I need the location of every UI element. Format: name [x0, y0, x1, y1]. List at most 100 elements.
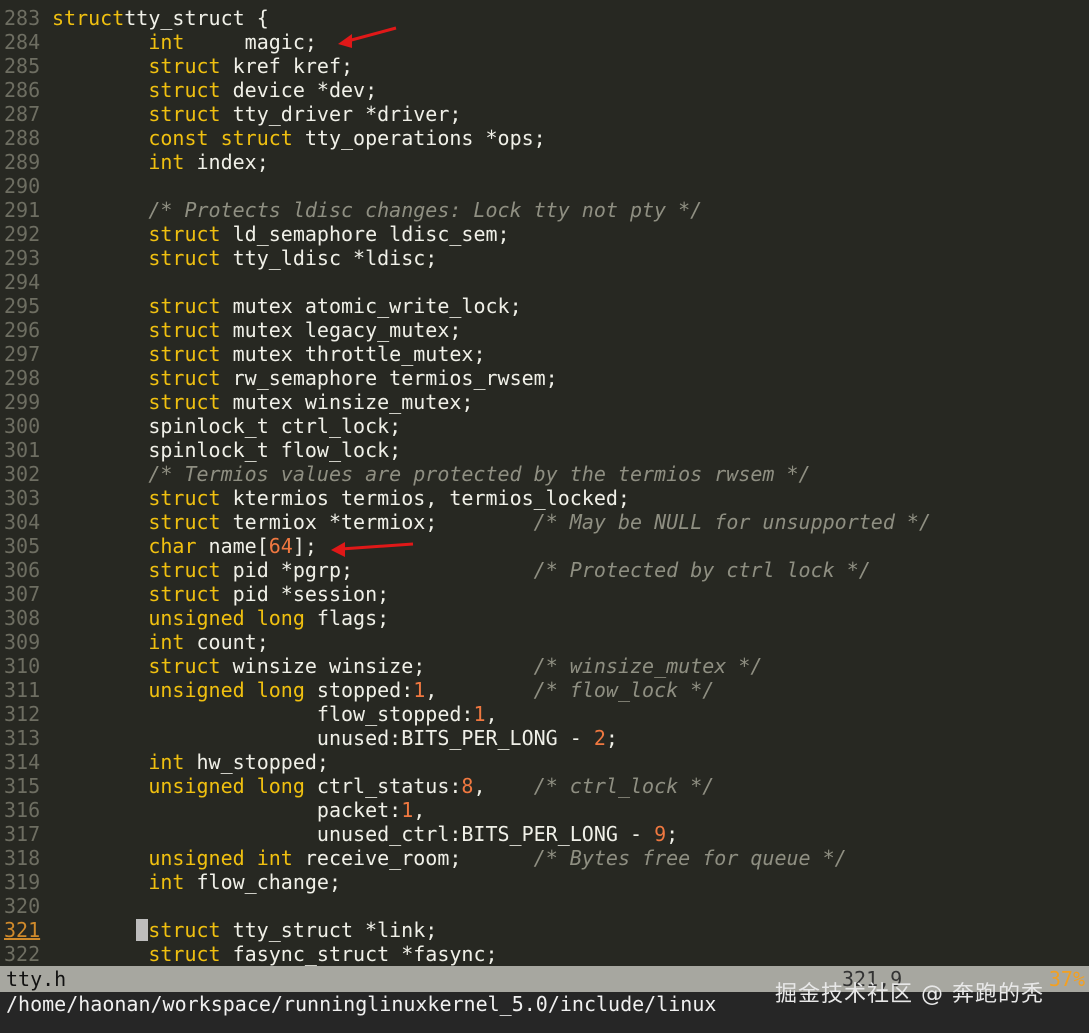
code-comment: /* ctrl_lock */ [533, 774, 715, 798]
code-line[interactable]: 294 [0, 270, 1089, 294]
code-line[interactable]: 316 packet:1, [0, 798, 1089, 822]
code-text: unsigned int receive_room; /* Bytes free… [52, 846, 846, 870]
code-text: struct pid *session; [52, 582, 389, 606]
code-token: ]; [292, 534, 317, 558]
code-line[interactable]: 314 int hw_stopped; [0, 750, 1089, 774]
code-line[interactable]: 297 struct mutex throttle_mutex; [0, 342, 1089, 366]
line-number: 317 [4, 822, 41, 846]
code-text: unsigned long ctrl_status:8, /* ctrl_loc… [52, 774, 714, 798]
line-number: 311 [4, 678, 41, 702]
text-cursor [136, 919, 149, 941]
line-number: 300 [4, 414, 41, 438]
code-editor[interactable]: 283 structtty_struct {284 int magic; 285 s… [0, 0, 1089, 966]
code-text: unused:BITS_PER_LONG - 2; [52, 726, 618, 750]
code-line[interactable]: 311 unsigned long stopped:1, /* flow_loc… [0, 678, 1089, 702]
code-comment: /* Termios values are protected by the t… [148, 462, 811, 486]
code-line[interactable]: 286 struct device *dev; [0, 78, 1089, 102]
code-line[interactable]: 309 int count; [0, 630, 1089, 654]
code-line[interactable]: 303 struct ktermios termios, termios_loc… [0, 486, 1089, 510]
code-keyword: struct [148, 294, 221, 318]
code-keyword: long [256, 678, 305, 702]
line-number: 316 [4, 798, 41, 822]
code-line[interactable]: 290 [0, 174, 1089, 198]
code-token: count; [184, 630, 269, 654]
code-keyword: struct [148, 54, 221, 78]
line-number: 306 [4, 558, 41, 582]
code-line[interactable]: 312 flow_stopped:1, [0, 702, 1089, 726]
line-number: 293 [4, 246, 41, 270]
code-line[interactable]: 284 int magic; [0, 30, 1089, 54]
code-keyword: int [148, 870, 185, 894]
code-line[interactable]: 318 unsigned int receive_room; /* Bytes … [0, 846, 1089, 870]
code-line[interactable]: 299 struct mutex winsize_mutex; [0, 390, 1089, 414]
code-keyword: struct [148, 510, 221, 534]
code-text: const struct tty_operations *ops; [52, 126, 545, 150]
line-number: 284 [4, 30, 41, 54]
code-token: flags; [304, 606, 390, 630]
line-number: 301 [4, 438, 41, 462]
code-line[interactable]: 317 unused_ctrl:BITS_PER_LONG - 9; [0, 822, 1089, 846]
code-text: int count; [52, 630, 269, 654]
code-line[interactable]: 285 struct kref kref; [0, 54, 1089, 78]
code-line[interactable]: 298 struct rw_semaphore termios_rwsem; [0, 366, 1089, 390]
code-line[interactable]: 315 unsigned long ctrl_status:8, /* ctrl… [0, 774, 1089, 798]
code-line[interactable]: 320 [0, 894, 1089, 918]
code-token: tty_struct { [124, 6, 269, 30]
code-line[interactable]: 300 spinlock_t ctrl_lock; [0, 414, 1089, 438]
annotation-arrow-name [331, 542, 414, 557]
code-keyword: struct [52, 6, 125, 30]
code-keyword: struct [148, 342, 221, 366]
code-line[interactable]: 310 struct winsize winsize; /* winsize_m… [0, 654, 1089, 678]
code-keyword: unsigned [148, 774, 245, 798]
code-token: , [473, 774, 534, 798]
line-number: 320 [4, 894, 41, 918]
code-comment: /* winsize_mutex */ [533, 654, 763, 678]
code-comment: /* flow_lock */ [533, 678, 715, 702]
code-line[interactable]: 301 spinlock_t flow_lock; [0, 438, 1089, 462]
code-line[interactable]: 287 struct tty_driver *driver; [0, 102, 1089, 126]
code-line[interactable]: 322 struct fasync_struct *fasync; [0, 942, 1089, 966]
code-text: struct tty_driver *driver; [52, 102, 461, 126]
code-line[interactable]: 308 unsigned long flags; [0, 606, 1089, 630]
cmdline-path: /home/haonan/workspace/runninglinuxkerne… [6, 992, 717, 1016]
code-line[interactable]: 302 /* Termios values are protected by t… [0, 462, 1089, 486]
code-line[interactable]: 321 struct tty_struct *link; [0, 918, 1089, 942]
code-keyword: long [256, 774, 305, 798]
code-line[interactable]: 304 struct termiox *termiox; /* May be N… [0, 510, 1089, 534]
line-number: 288 [4, 126, 41, 150]
line-number: 307 [4, 582, 41, 606]
code-token: ctrl_status: [304, 774, 462, 798]
code-text: flow_stopped:1, [52, 702, 498, 726]
line-number: 285 [4, 54, 41, 78]
code-keyword: int [148, 30, 185, 54]
code-token: ktermios termios, termios_locked; [220, 486, 630, 510]
code-line[interactable]: 305 char name[64]; [0, 534, 1089, 558]
code-line[interactable]: 283 structtty_struct { [0, 6, 1089, 30]
line-number: 289 [4, 150, 41, 174]
code-line[interactable]: 288 const struct tty_operations *ops; [0, 126, 1089, 150]
code-line[interactable]: 295 struct mutex atomic_write_lock; [0, 294, 1089, 318]
code-line[interactable]: 289 int index; [0, 150, 1089, 174]
code-line[interactable]: 313 unused:BITS_PER_LONG - 2; [0, 726, 1089, 750]
code-number: 2 [593, 726, 606, 750]
code-line[interactable]: 293 struct tty_ldisc *ldisc; [0, 246, 1089, 270]
line-number: 313 [4, 726, 41, 750]
code-line[interactable]: 307 struct pid *session; [0, 582, 1089, 606]
code-line[interactable]: 292 struct ld_semaphore ldisc_sem; [0, 222, 1089, 246]
code-line[interactable]: 319 int flow_change; [0, 870, 1089, 894]
code-line[interactable]: 291 /* Protects ldisc changes: Lock tty … [0, 198, 1089, 222]
code-text: int magic; [52, 30, 317, 54]
code-line[interactable]: 296 struct mutex legacy_mutex; [0, 318, 1089, 342]
line-number: 318 [4, 846, 41, 870]
line-number: 309 [4, 630, 41, 654]
code-line[interactable]: 306 struct pid *pgrp; /* Protected by ct… [0, 558, 1089, 582]
code-token: spinlock_t ctrl_lock; [52, 414, 402, 438]
